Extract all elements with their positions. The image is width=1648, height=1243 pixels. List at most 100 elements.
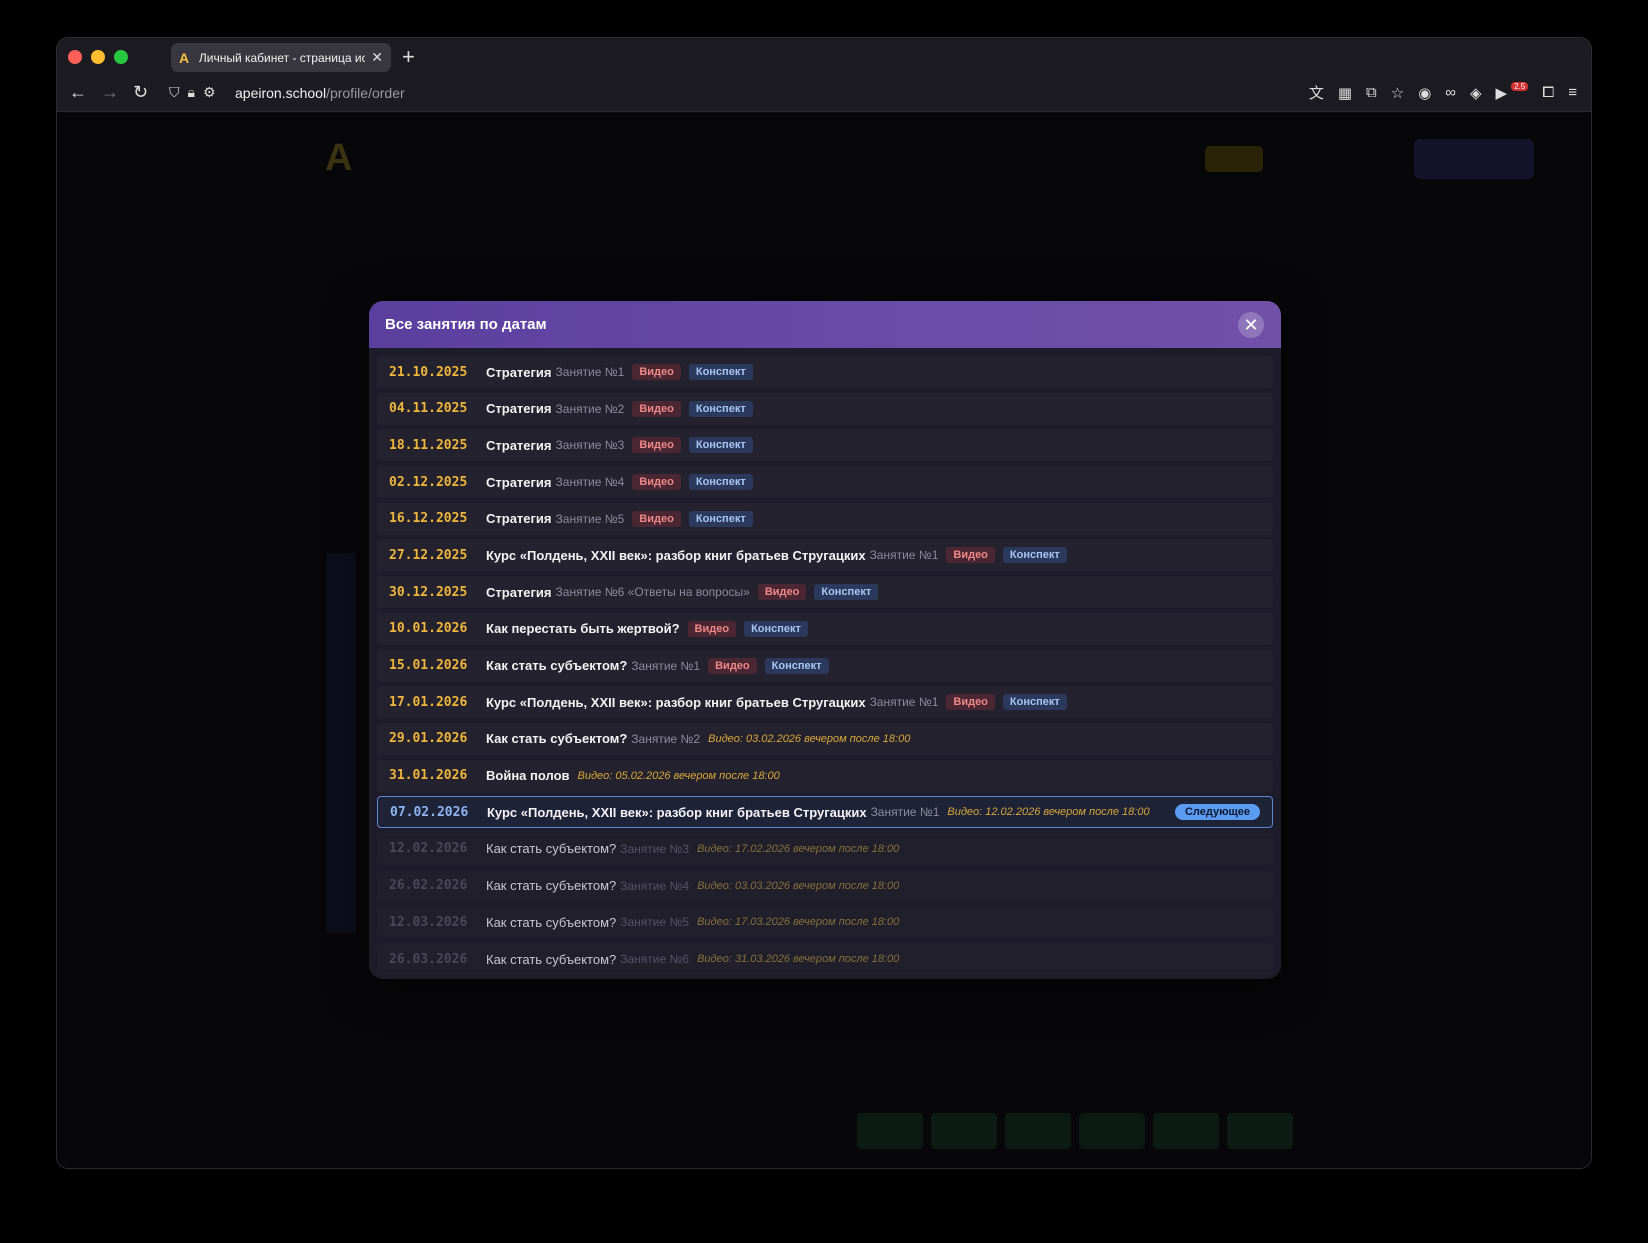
video-link[interactable]: Видео bbox=[632, 510, 681, 527]
browser-tab[interactable]: A Личный кабинет - страница ис ✕ bbox=[171, 43, 391, 72]
notes-link[interactable]: Конспект bbox=[1002, 694, 1067, 711]
lessons-modal: Все занятия по датам ✕ 21.10.2025 Стратег… bbox=[369, 301, 1281, 979]
new-tab-button[interactable]: + bbox=[402, 44, 415, 70]
lesson-row[interactable]: 12.03.2026 Как стать субъектом? Занятие №5… bbox=[377, 906, 1273, 939]
lesson-number: Занятие №5 bbox=[555, 511, 625, 526]
zoom-window-button[interactable] bbox=[114, 50, 128, 64]
background-panel bbox=[326, 553, 356, 933]
lesson-row[interactable]: 30.12.2025 Стратегия Занятие №6 «Ответы на… bbox=[377, 576, 1273, 609]
extensions-icon[interactable]: ⧠ bbox=[1542, 84, 1554, 101]
lesson-row[interactable]: 17.01.2026 Курс «Полдень, XXII век»: разб… bbox=[377, 686, 1273, 719]
notes-link[interactable]: Конспект bbox=[744, 620, 808, 637]
incognito-icon[interactable]: ∞ bbox=[1445, 84, 1456, 101]
translate-icon[interactable]: 文 bbox=[1309, 82, 1324, 103]
lesson-row[interactable]: 29.01.2026 Как стать субъектом? Занятие №2… bbox=[377, 722, 1273, 755]
video-link[interactable]: Видео bbox=[757, 584, 807, 601]
notes-link[interactable]: Конспект bbox=[764, 657, 829, 674]
lesson-row[interactable]: 27.12.2025 Курс «Полдень, XXII век»: разб… bbox=[377, 539, 1273, 572]
background-card bbox=[1153, 1113, 1219, 1149]
lesson-number: Занятие №3 bbox=[620, 841, 690, 856]
lesson-number: Занятие №1 bbox=[555, 365, 625, 379]
lock-icon[interactable]: 🔒︎ bbox=[188, 84, 195, 101]
lesson-title: Как стать субъектом? bbox=[486, 951, 617, 967]
lesson-number: Занятие №4 bbox=[620, 878, 690, 893]
tab-close-icon[interactable]: ✕ bbox=[371, 49, 383, 66]
lesson-date: 26.02.2026 bbox=[389, 878, 468, 894]
menu-icon[interactable]: ≡ bbox=[1568, 84, 1577, 101]
video-availability: Видео: 12.02.2026 вечером после 18:00 bbox=[947, 806, 1150, 819]
shield-icon[interactable]: ⛉ bbox=[169, 84, 180, 101]
lesson-title: Курс «Полдень, XXII век»: разбор книг бр… bbox=[486, 694, 866, 710]
video-availability: Видео: 03.02.2026 вечером после 18:00 bbox=[708, 732, 911, 745]
notes-link[interactable]: Конспект bbox=[688, 400, 753, 417]
video-availability: Видео: 17.02.2026 вечером после 18:00 bbox=[697, 842, 900, 855]
lesson-row[interactable]: 31.01.2026 Война полов Видео: 05.02.2026 в… bbox=[377, 759, 1273, 792]
lesson-number: Занятие №4 bbox=[555, 475, 625, 490]
video-link[interactable]: Видео bbox=[946, 694, 995, 711]
ublock-icon[interactable]: ◈ bbox=[1470, 84, 1482, 102]
titlebar: A Личный кабинет - страница ис ✕ + bbox=[57, 38, 1591, 76]
video-link[interactable]: Видео bbox=[946, 547, 995, 564]
lesson-row[interactable]: 04.11.2025 Стратегия Занятие №2 Видео Конспе… bbox=[377, 392, 1273, 425]
lesson-number: Занятие №1 bbox=[870, 805, 940, 820]
lesson-row[interactable]: 15.01.2026 Как стать субъектом? Занятие №1… bbox=[377, 649, 1273, 682]
lesson-date: 12.03.2026 bbox=[389, 914, 468, 930]
video-link[interactable]: Видео bbox=[687, 620, 737, 637]
lesson-row[interactable]: 21.10.2025 Стратегия Занятие №1 Видео Конспе… bbox=[377, 356, 1273, 388]
url-path: /profile/order bbox=[326, 85, 405, 101]
lesson-date: 07.02.2026 bbox=[390, 804, 469, 820]
qr-icon[interactable]: ▦ bbox=[1338, 84, 1352, 102]
background-card bbox=[1227, 1113, 1293, 1149]
lesson-row[interactable]: 16.12.2025 Стратегия Занятие №5 Видео Конспе… bbox=[377, 502, 1273, 535]
background-button bbox=[1205, 146, 1263, 172]
notes-link[interactable]: Конспект bbox=[688, 364, 753, 380]
play-extension-icon[interactable]: ▶ bbox=[1496, 84, 1508, 102]
lesson-title: Стратегия bbox=[486, 511, 552, 527]
forward-icon[interactable]: → bbox=[101, 82, 119, 103]
lesson-date: 17.01.2026 bbox=[389, 694, 468, 710]
extensions-toolbar: 文 ▦ ⧉ ☆ ◉ ∞ ◈ ▶ 2.5 ⧠ ≡ bbox=[1309, 82, 1577, 103]
back-icon[interactable]: ← bbox=[69, 82, 87, 103]
lesson-date: 16.12.2025 bbox=[389, 511, 468, 527]
lesson-title: Как перестать быть жертвой? bbox=[486, 621, 680, 637]
notes-link[interactable]: Конспект bbox=[814, 584, 879, 601]
url-host: apeiron.school bbox=[235, 85, 327, 101]
lesson-number: Занятие №1 bbox=[869, 548, 939, 563]
lesson-row[interactable]: 02.12.2025 Стратегия Занятие №4 Видео Конспе… bbox=[377, 466, 1273, 499]
notes-link[interactable]: Конспект bbox=[688, 437, 753, 454]
extension-badge: 2.5 bbox=[1511, 82, 1529, 91]
lesson-title: Курс «Полдень, XXII век»: разбор книг бр… bbox=[486, 547, 866, 563]
password-manager-icon[interactable]: ◉ bbox=[1418, 84, 1431, 102]
video-link[interactable]: Видео bbox=[632, 364, 681, 380]
background-button-secondary bbox=[1414, 139, 1534, 179]
notes-link[interactable]: Конспект bbox=[688, 474, 753, 491]
video-link[interactable]: Видео bbox=[632, 437, 681, 454]
lesson-row[interactable]: 18.11.2025 Стратегия Занятие №3 Видео Конспе… bbox=[377, 429, 1273, 462]
lesson-title: Как стать субъектом? bbox=[486, 658, 628, 673]
address-bar[interactable]: apeiron.school/profile/order bbox=[235, 85, 405, 101]
video-link[interactable]: Видео bbox=[632, 474, 681, 491]
lesson-row[interactable]: 10.01.2026 Как перестать быть жертвой? Вид… bbox=[377, 612, 1273, 645]
lesson-title: Война полов bbox=[486, 768, 570, 784]
notes-link[interactable]: Конспект bbox=[1002, 547, 1067, 564]
lesson-title: Стратегия bbox=[486, 474, 552, 490]
lesson-date: 30.12.2025 bbox=[389, 584, 468, 600]
lesson-title: Как стать субъектом? bbox=[486, 841, 617, 857]
reload-icon[interactable]: ↻ bbox=[133, 82, 148, 103]
lesson-date: 29.01.2026 bbox=[389, 731, 468, 747]
translate-page-icon[interactable]: ⧉ bbox=[1366, 84, 1377, 101]
lesson-number: Занятие №1 bbox=[869, 695, 939, 710]
lesson-row[interactable]: 26.02.2026 Как стать субъектом? Занятие №4… bbox=[377, 869, 1273, 902]
site-settings-icon[interactable]: ⚙︎ bbox=[203, 84, 216, 101]
close-icon[interactable]: ✕ bbox=[1238, 312, 1264, 338]
lesson-row[interactable]: 26.03.2026 Как стать субъектом? Занятие №6… bbox=[377, 943, 1273, 975]
lesson-row[interactable]: 07.02.2026 Курс «Полдень, XXII век»: разб… bbox=[377, 796, 1273, 829]
video-link[interactable]: Видео bbox=[632, 400, 681, 417]
minimize-window-button[interactable] bbox=[91, 50, 105, 64]
lesson-number: Занятие №6 bbox=[620, 952, 690, 966]
notes-link[interactable]: Конспект bbox=[688, 510, 753, 527]
video-link[interactable]: Видео bbox=[708, 657, 757, 674]
bookmark-star-icon[interactable]: ☆ bbox=[1391, 84, 1404, 102]
lesson-row[interactable]: 12.02.2026 Как стать субъектом? Занятие №3… bbox=[377, 832, 1273, 865]
close-window-button[interactable] bbox=[68, 50, 82, 64]
